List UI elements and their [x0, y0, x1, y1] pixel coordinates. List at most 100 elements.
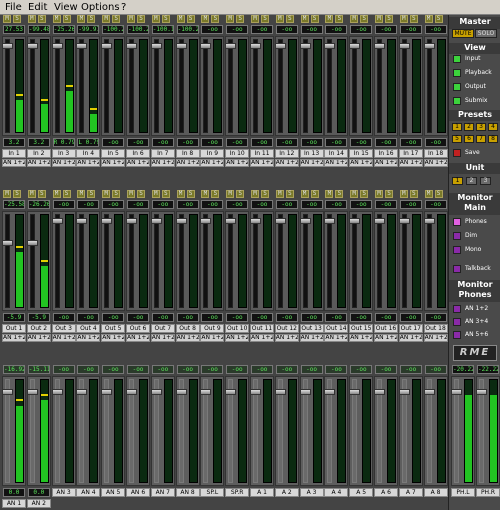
menu-file[interactable]: File — [4, 1, 23, 14]
fader-knob[interactable] — [26, 388, 38, 395]
fader-knob[interactable] — [374, 43, 385, 50]
fader-knob[interactable] — [398, 218, 410, 225]
fader-knob[interactable] — [374, 388, 385, 395]
fader-knob[interactable] — [150, 43, 162, 50]
solo-button[interactable]: S — [310, 190, 319, 198]
routing-selector[interactable]: AN 1+2 — [374, 334, 398, 342]
routing-selector[interactable]: AN 1+2 — [225, 334, 250, 342]
preset-button[interactable]: 5 — [452, 135, 462, 143]
routing-selector[interactable]: AN 1+2 — [423, 334, 448, 342]
fader-knob[interactable] — [349, 43, 361, 50]
fader-knob[interactable] — [374, 218, 385, 225]
routing-selector[interactable]: AN 1+2 — [101, 334, 126, 342]
solo-button[interactable]: S — [186, 190, 195, 198]
master-solo-button[interactable]: SOLO — [475, 29, 497, 38]
fader-knob[interactable] — [2, 240, 13, 247]
fader-knob[interactable] — [398, 388, 410, 395]
routing-selector[interactable]: AN 1+2 — [101, 159, 126, 167]
solo-button[interactable]: S — [360, 15, 369, 23]
solo-button[interactable]: S — [409, 15, 418, 23]
solo-button[interactable]: S — [62, 190, 71, 198]
fader-knob[interactable] — [250, 388, 261, 395]
solo-button[interactable]: S — [112, 15, 121, 23]
routing-selector[interactable]: AN 1+2 — [200, 159, 225, 167]
unit-button[interactable]: 3 — [480, 177, 491, 185]
solo-button[interactable]: S — [236, 190, 245, 198]
fader-knob[interactable] — [349, 388, 361, 395]
fader-knob[interactable] — [324, 218, 336, 225]
solo-button[interactable]: S — [37, 190, 46, 198]
solo-button[interactable]: S — [409, 190, 418, 198]
routing-selector[interactable]: AN 1+2 — [374, 159, 398, 167]
fader-knob[interactable] — [250, 218, 261, 225]
mute-button[interactable]: M — [52, 15, 61, 23]
routing-selector[interactable]: AN 1+2 — [299, 159, 324, 167]
solo-button[interactable]: S — [310, 15, 319, 23]
routing-selector[interactable]: AN 1+2 — [398, 159, 423, 167]
fader-knob[interactable] — [225, 388, 237, 395]
mute-button[interactable]: M — [3, 15, 11, 23]
routing-selector[interactable]: AN 1+2 — [150, 334, 175, 342]
solo-button[interactable]: S — [385, 15, 393, 23]
master-mute-button[interactable]: MUTE — [452, 29, 474, 38]
solo-button[interactable]: S — [37, 15, 46, 23]
monitor-main-led[interactable] — [453, 246, 461, 254]
solo-button[interactable]: S — [112, 190, 121, 198]
mute-button[interactable]: M — [176, 15, 185, 23]
solo-button[interactable]: S — [137, 15, 145, 23]
fader-knob[interactable] — [26, 240, 38, 247]
fader-knob[interactable] — [126, 388, 137, 395]
routing-selector[interactable]: AN 1+2 — [76, 334, 101, 342]
fader-knob[interactable] — [101, 218, 113, 225]
monitor-phones-led[interactable] — [453, 318, 461, 326]
monitor-main-led[interactable] — [453, 218, 461, 226]
routing-selector[interactable]: AN 1+2 — [76, 159, 101, 167]
monitor-main-led[interactable] — [453, 265, 461, 273]
mute-button[interactable]: M — [275, 190, 284, 198]
solo-button[interactable]: S — [211, 15, 220, 23]
solo-button[interactable]: S — [62, 15, 71, 23]
mute-button[interactable]: M — [3, 190, 11, 198]
routing-selector[interactable]: AN 1+2 — [51, 334, 76, 342]
mute-button[interactable]: M — [325, 190, 334, 198]
solo-button[interactable]: S — [87, 15, 96, 23]
fader-knob[interactable] — [76, 388, 88, 395]
routing-selector[interactable]: AN 1+2 — [324, 159, 349, 167]
routing-selector[interactable]: AN 1+2 — [126, 159, 150, 167]
mute-button[interactable]: M — [27, 190, 36, 198]
mute-button[interactable]: M — [127, 15, 135, 23]
menu-edit[interactable]: Edit — [27, 1, 48, 14]
fader-knob[interactable] — [51, 218, 63, 225]
fader-knob[interactable] — [299, 218, 311, 225]
view-led[interactable] — [453, 97, 461, 105]
routing-selector[interactable]: AN 1+2 — [175, 334, 200, 342]
routing-selector[interactable]: AN 1+2 — [2, 334, 26, 342]
mute-button[interactable]: M — [226, 190, 235, 198]
solo-button[interactable]: S — [335, 15, 344, 23]
solo-button[interactable]: S — [236, 15, 245, 23]
unit-button[interactable]: 1 — [452, 177, 463, 185]
mute-button[interactable]: M — [176, 190, 185, 198]
mute-button[interactable]: M — [300, 15, 309, 23]
mute-button[interactable]: M — [424, 190, 433, 198]
mute-button[interactable]: M — [151, 15, 160, 23]
fader-knob[interactable] — [299, 43, 311, 50]
routing-selector[interactable]: AN 1+2 — [150, 159, 175, 167]
fader-knob[interactable] — [324, 43, 336, 50]
fader-knob[interactable] — [299, 388, 311, 395]
solo-button[interactable]: S — [211, 190, 220, 198]
mute-button[interactable]: M — [350, 190, 359, 198]
fader-knob[interactable] — [200, 43, 212, 50]
mute-button[interactable]: M — [201, 190, 210, 198]
fader-knob[interactable] — [2, 43, 13, 50]
routing-selector[interactable]: AN 1+2 — [26, 334, 51, 342]
mute-button[interactable]: M — [102, 15, 111, 23]
fader-knob[interactable] — [423, 218, 435, 225]
routing-selector[interactable]: AN 1+2 — [225, 159, 250, 167]
routing-selector[interactable]: AN 1+2 — [200, 334, 225, 342]
fader-knob[interactable] — [225, 43, 237, 50]
fader-knob[interactable] — [274, 43, 286, 50]
mute-button[interactable]: M — [399, 15, 408, 23]
routing-selector[interactable]: AN 1+2 — [51, 159, 76, 167]
mute-button[interactable]: M — [27, 15, 36, 23]
